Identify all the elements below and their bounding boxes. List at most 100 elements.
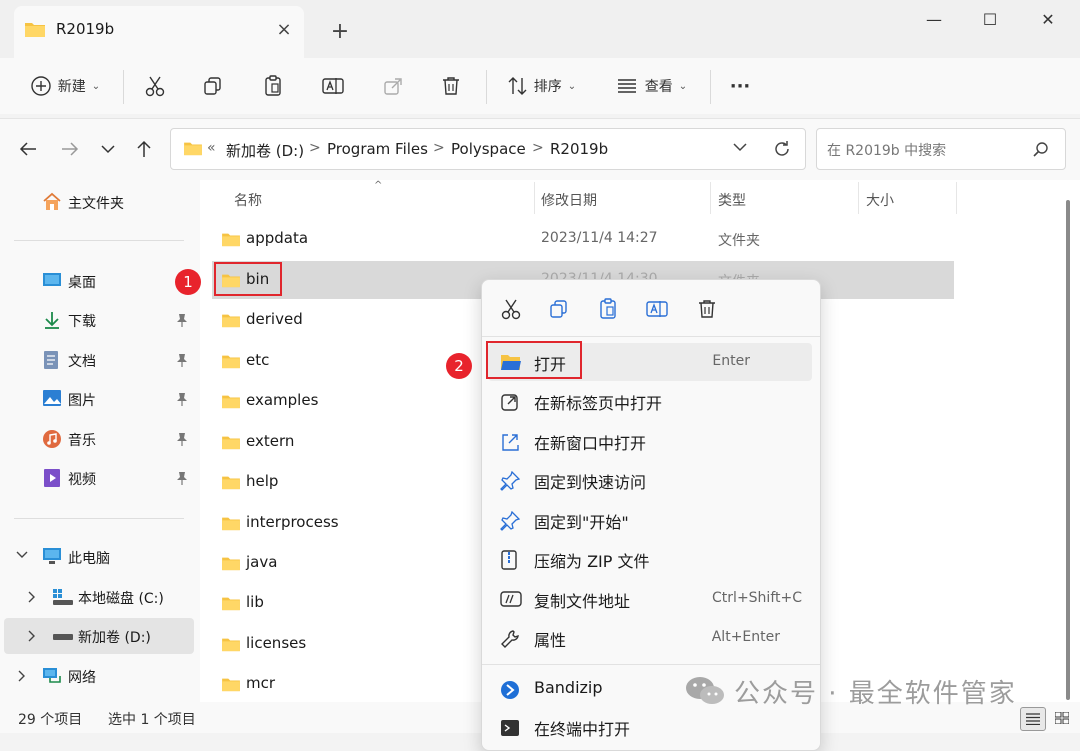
copy-button[interactable] <box>198 70 228 102</box>
rename-button[interactable] <box>318 70 348 102</box>
overflow-chevron[interactable]: « <box>207 140 216 156</box>
up-button[interactable] <box>130 135 158 163</box>
vertical-scrollbar[interactable] <box>1064 200 1072 700</box>
pin-icon[interactable] <box>176 432 188 446</box>
ctx-item-open-new-tab[interactable]: 在新标签页中打开 <box>488 382 812 420</box>
column-header-name[interactable]: 名称 <box>234 190 262 210</box>
column-header-type[interactable]: 类型 <box>718 190 746 210</box>
chevron-right-icon[interactable] <box>18 670 26 682</box>
column-header-size[interactable]: 大小 <box>866 190 894 210</box>
sidebar-item-music[interactable]: 音乐 <box>0 421 200 457</box>
ctx-cut-button[interactable] <box>494 294 528 324</box>
tab-r2019b[interactable]: R2019b × <box>14 6 304 58</box>
scissors-icon <box>145 75 165 97</box>
sidebar-item-drive-d[interactable]: 新加卷 (D:) <box>4 618 194 654</box>
sidebar-item-network[interactable]: 网络 <box>0 658 200 694</box>
sidebar-item-drive-c[interactable]: 本地磁盘 (C:) <box>0 579 200 615</box>
ctx-paste-button[interactable] <box>591 294 625 324</box>
breadcrumb-separator[interactable]: > <box>532 140 544 156</box>
divider <box>482 664 820 665</box>
pin-icon[interactable] <box>176 353 188 367</box>
minimize-button[interactable]: — <box>914 6 954 34</box>
column-divider[interactable] <box>534 182 535 214</box>
breadcrumb-polyspace[interactable]: Polyspace <box>451 140 526 158</box>
search-placeholder: 在 R2019b 中搜索 <box>827 143 947 159</box>
search-box[interactable]: 在 R2019b 中搜索 <box>816 128 1066 170</box>
breadcrumb-separator[interactable]: > <box>309 140 321 156</box>
forward-button[interactable] <box>56 135 84 163</box>
file-type: 文件夹 <box>718 233 760 249</box>
chevron-right-icon[interactable] <box>28 630 36 642</box>
ctx-delete-button[interactable] <box>690 294 724 324</box>
view-button[interactable]: 查看 ⌄ <box>610 70 694 102</box>
tiles-view-button[interactable] <box>1050 707 1074 729</box>
details-view-button[interactable] <box>1020 707 1046 731</box>
close-window-button[interactable]: ✕ <box>1028 6 1068 34</box>
folder-icon <box>221 231 241 247</box>
drive-icon <box>52 632 74 642</box>
ctx-item-pin-quick-access[interactable]: 固定到快速访问 <box>488 461 812 499</box>
address-dropdown-icon[interactable] <box>733 142 747 152</box>
file-name: licenses <box>246 634 307 652</box>
view-label: 查看 <box>644 79 673 95</box>
maximize-button[interactable]: ☐ <box>970 6 1010 34</box>
close-tab-button[interactable]: × <box>272 18 296 42</box>
chevron-down-icon[interactable] <box>16 551 28 559</box>
command-bar: 新建 ⌄ 排序 ⌄ 查看 ⌄ ··· <box>0 58 1080 114</box>
music-icon <box>42 429 62 449</box>
ctx-copy-button[interactable] <box>542 294 576 324</box>
back-button[interactable] <box>14 135 42 163</box>
sidebar-label: 文档 <box>68 354 96 370</box>
sidebar-item-documents[interactable]: 文档 <box>0 342 200 378</box>
ctx-item-copy-path[interactable]: 复制文件地址 Ctrl+Shift+C <box>488 580 812 618</box>
sidebar-item-pictures[interactable]: 图片 <box>0 381 200 417</box>
breadcrumb-r2019b[interactable]: R2019b <box>550 140 608 158</box>
delete-button[interactable] <box>436 70 466 102</box>
breadcrumb-separator[interactable]: > <box>433 140 445 156</box>
sidebar-item-videos[interactable]: 视频 <box>0 460 200 496</box>
sidebar-item-home[interactable]: 主文件夹 <box>0 184 200 220</box>
item-count: 29 个项目 <box>18 712 83 728</box>
sort-button[interactable]: 排序 ⌄ <box>500 70 584 102</box>
pin-icon[interactable] <box>176 392 188 406</box>
divider <box>710 70 711 104</box>
new-tab-button[interactable]: + <box>326 18 354 46</box>
pin-icon[interactable] <box>176 313 188 327</box>
search-icon[interactable] <box>1033 141 1049 157</box>
sidebar-item-desktop[interactable]: 桌面 <box>0 263 200 299</box>
more-button[interactable]: ··· <box>724 70 756 102</box>
paste-button[interactable] <box>258 70 288 102</box>
column-header-modified[interactable]: 修改日期 <box>541 190 597 210</box>
column-divider[interactable] <box>956 182 957 214</box>
ctx-item-properties[interactable]: 属性 Alt+Enter <box>488 619 812 657</box>
arrow-left-icon <box>19 141 37 157</box>
ctx-item-open-terminal[interactable]: 在终端中打开 <box>488 708 812 746</box>
new-label: 新建 <box>57 79 86 95</box>
ctx-item-open-new-window[interactable]: 在新窗口中打开 <box>488 422 812 460</box>
chevron-right-icon[interactable] <box>28 591 36 603</box>
open-in-new-tab-icon <box>500 392 520 412</box>
file-name: java <box>246 553 278 571</box>
column-divider[interactable] <box>858 182 859 214</box>
cut-button[interactable] <box>140 70 170 102</box>
share-button[interactable] <box>378 70 408 102</box>
scrollbar-thumb[interactable] <box>1066 200 1070 700</box>
breadcrumb-drive[interactable]: 新加卷 (D:) <box>226 140 304 161</box>
recent-button[interactable] <box>94 135 122 163</box>
pin-icon[interactable] <box>176 471 188 485</box>
column-divider[interactable] <box>710 182 711 214</box>
new-button[interactable]: 新建 ⌄ <box>22 70 108 102</box>
refresh-button[interactable] <box>772 139 792 159</box>
file-row-appdata[interactable]: appdata 2023/11/4 14:27 文件夹 <box>212 220 954 258</box>
rename-icon <box>322 76 344 96</box>
ctx-rename-button[interactable] <box>640 294 674 324</box>
selected-count: 选中 1 个项目 <box>108 712 196 728</box>
sidebar-item-this-pc[interactable]: 此电脑 <box>0 539 200 575</box>
breadcrumb-program-files[interactable]: Program Files <box>327 140 428 158</box>
address-bar[interactable]: « 新加卷 (D:) > Program Files > Polyspace >… <box>170 128 806 170</box>
sidebar-item-downloads[interactable]: 下载 <box>0 302 200 338</box>
ctx-item-pin-start[interactable]: 固定到"开始" <box>488 501 812 539</box>
wrench-icon <box>500 629 520 649</box>
file-name: lib <box>246 593 264 611</box>
ctx-item-compress-zip[interactable]: 压缩为 ZIP 文件 <box>488 540 812 578</box>
